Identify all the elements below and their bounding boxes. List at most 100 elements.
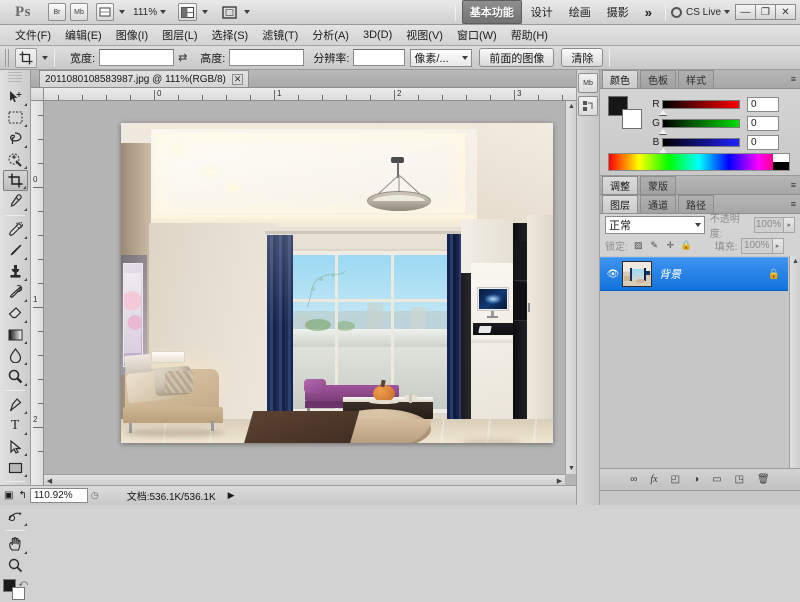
screen-mode-status-icon[interactable]: ▣ xyxy=(4,490,13,501)
menu-3d[interactable]: 3D(D) xyxy=(356,27,399,43)
move-tool[interactable] xyxy=(3,86,28,107)
menu-filter[interactable]: 滤镜(T) xyxy=(255,25,305,45)
layer-scroll-up-icon[interactable]: ▲ xyxy=(790,256,800,267)
eraser-tool[interactable] xyxy=(3,303,28,324)
workspace-more-button[interactable]: » xyxy=(638,2,659,23)
delete-layer-icon[interactable]: 🗑 xyxy=(757,474,770,485)
menu-analysis[interactable]: 分析(A) xyxy=(305,25,356,45)
red-channel-value[interactable]: 0 xyxy=(747,97,779,112)
type-tool[interactable]: T xyxy=(3,415,28,436)
canvas-vertical-scrollbar[interactable]: ▲ ▼ xyxy=(565,101,576,474)
maximize-button[interactable]: ❐ xyxy=(755,4,776,20)
layer-style-icon[interactable]: fx xyxy=(650,474,657,485)
zoom-tool[interactable] xyxy=(3,555,28,576)
workspace-tab-photography[interactable]: 摄影 xyxy=(600,1,636,23)
crop-width-input[interactable] xyxy=(99,49,174,66)
swap-dimensions-icon[interactable]: ⇄ xyxy=(178,51,187,64)
brush-tool[interactable] xyxy=(3,240,28,261)
pen-tool[interactable] xyxy=(3,394,28,415)
new-group-icon[interactable]: ▭ xyxy=(712,474,721,485)
workspace-tab-painting[interactable]: 绘画 xyxy=(562,1,598,23)
history-brush-tool[interactable] xyxy=(3,282,28,303)
blue-channel-slider[interactable] xyxy=(662,138,740,147)
options-bar-grip[interactable] xyxy=(5,49,11,67)
document-tab[interactable]: 2011080108583987.jpg @ 111%(RGB/8) ✕ xyxy=(39,70,249,87)
arrange-documents-menu[interactable] xyxy=(176,3,208,21)
lock-image-icon[interactable]: ✎ xyxy=(648,239,661,252)
path-selection-tool[interactable] xyxy=(3,436,28,457)
color-panel-background-swatch[interactable] xyxy=(622,109,642,129)
adjustment-layer-icon[interactable]: ◑ xyxy=(693,474,699,485)
menu-help[interactable]: 帮助(H) xyxy=(504,25,555,45)
tool-preset-chevron-down-icon[interactable] xyxy=(42,56,48,60)
clone-stamp-tool[interactable] xyxy=(3,261,28,282)
appbar-zoom-level[interactable]: 111% xyxy=(133,7,157,18)
gradient-tool[interactable] xyxy=(3,324,28,345)
spectrum-blackwhite-end[interactable] xyxy=(773,154,789,170)
layer-list-scrollbar[interactable]: ▲ xyxy=(789,256,800,468)
tab-channels[interactable]: 通道 xyxy=(640,195,676,213)
layer-name[interactable]: 背景 xyxy=(659,266,768,282)
red-channel-knob[interactable] xyxy=(659,110,667,115)
menu-layer[interactable]: 图层(L) xyxy=(155,25,204,45)
tab-color[interactable]: 颜色 xyxy=(602,70,638,88)
blend-mode-select[interactable]: 正常 xyxy=(605,216,705,234)
ruler-corner[interactable] xyxy=(31,88,44,101)
history-panel-icon[interactable] xyxy=(578,96,598,116)
vertical-ruler[interactable]: 0 1 2 xyxy=(31,101,44,485)
crop-tool-preset-icon[interactable] xyxy=(15,48,37,68)
fill-stepper[interactable]: ▸ xyxy=(773,238,784,254)
mini-bridge-panel-icon[interactable]: Mb xyxy=(578,73,598,93)
zoom-chevron-down-icon[interactable] xyxy=(160,10,166,14)
view-extras-menu[interactable] xyxy=(94,3,125,21)
front-image-button[interactable]: 前面的图像 xyxy=(479,48,554,67)
menu-view[interactable]: 视图(V) xyxy=(399,25,450,45)
blur-tool[interactable] xyxy=(3,345,28,366)
layer-row-background[interactable]: 👁 背景 🔒 xyxy=(600,257,788,291)
color-panel-swatches[interactable] xyxy=(608,96,638,126)
color-spectrum-ramp[interactable] xyxy=(608,153,790,171)
zoom-percentage-field[interactable]: 110.92% xyxy=(30,488,88,503)
swap-colors-icon[interactable]: ⤺ xyxy=(18,578,28,589)
screen-mode-menu[interactable] xyxy=(218,3,250,21)
opacity-stepper[interactable]: ▸ xyxy=(784,217,795,233)
blue-channel-value[interactable]: 0 xyxy=(747,135,779,150)
color-panel-menu-icon[interactable]: ≡ xyxy=(791,74,796,84)
menu-image[interactable]: 图像(I) xyxy=(109,25,155,45)
tab-paths[interactable]: 路径 xyxy=(678,195,714,213)
layer-mask-icon[interactable]: ◰ xyxy=(671,474,680,485)
rotate-view-status-icon[interactable]: ↰ xyxy=(18,490,26,501)
lock-position-icon[interactable]: ✛ xyxy=(664,239,677,252)
menu-edit[interactable]: 编辑(E) xyxy=(58,25,109,45)
green-channel-slider[interactable] xyxy=(662,119,740,128)
3d-camera-rotate-tool[interactable] xyxy=(3,506,28,527)
crop-resolution-input[interactable] xyxy=(353,49,405,66)
new-layer-icon[interactable]: ◳ xyxy=(735,474,744,485)
lock-all-icon[interactable]: 🔒 xyxy=(680,239,693,252)
lasso-tool[interactable] xyxy=(3,128,28,149)
close-button[interactable]: ✕ xyxy=(775,4,796,20)
rectangle-shape-tool[interactable] xyxy=(3,457,28,478)
minimize-button[interactable]: — xyxy=(735,4,756,20)
horizontal-ruler[interactable]: 0 1 2 3 xyxy=(44,88,576,101)
red-channel-slider[interactable] xyxy=(662,100,740,109)
crop-height-input[interactable] xyxy=(229,49,304,66)
launch-mini-bridge-button[interactable]: Mb xyxy=(70,3,88,21)
toolbox-grip[interactable] xyxy=(8,72,22,84)
cs-live-button[interactable]: CS Live xyxy=(671,7,730,18)
tab-swatches[interactable]: 色板 xyxy=(640,70,676,88)
adjustments-panel-menu-icon[interactable]: ≡ xyxy=(791,180,796,190)
tab-styles[interactable]: 样式 xyxy=(678,70,714,88)
tab-masks[interactable]: 蒙版 xyxy=(640,176,676,194)
status-menu-arrow-icon[interactable]: ▶ xyxy=(228,490,235,501)
menu-select[interactable]: 选择(S) xyxy=(205,25,256,45)
green-channel-value[interactable]: 0 xyxy=(747,116,779,131)
dodge-tool[interactable] xyxy=(3,366,28,387)
layer-thumbnail[interactable] xyxy=(622,261,652,287)
spot-healing-brush-tool[interactable] xyxy=(3,219,28,240)
workspace-tab-essentials[interactable]: 基本功能 xyxy=(462,0,522,24)
color-swatches[interactable]: ⤺ xyxy=(2,578,28,602)
clear-crop-button[interactable]: 清除 xyxy=(561,48,603,67)
hand-tool[interactable] xyxy=(3,534,28,555)
eyedropper-tool[interactable] xyxy=(3,191,28,212)
